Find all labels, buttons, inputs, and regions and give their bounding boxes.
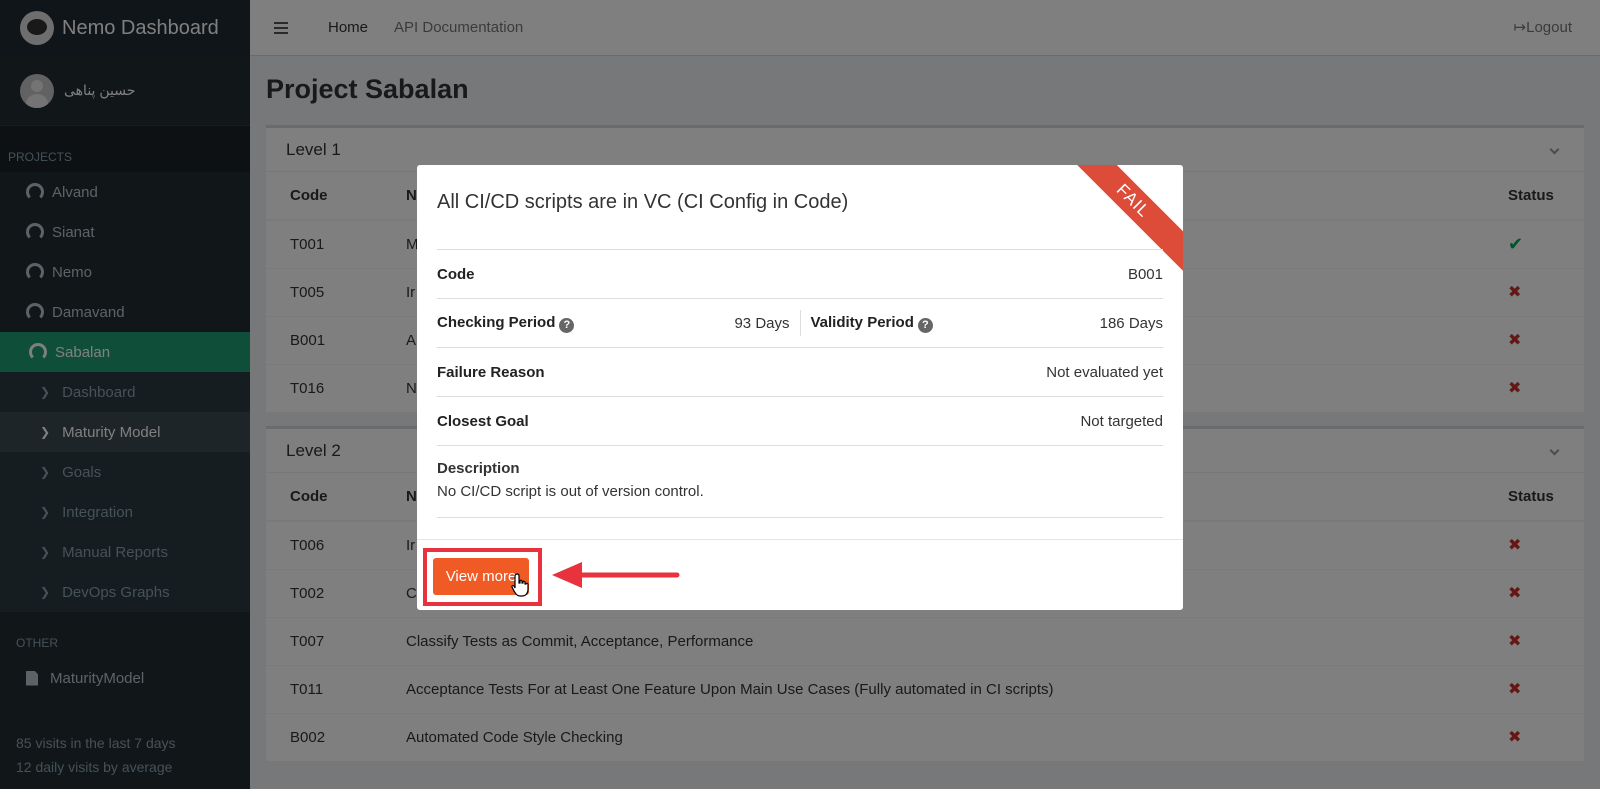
closest-goal-value: Not targeted — [1080, 412, 1163, 430]
failure-reason-value: Not evaluated yet — [1046, 363, 1163, 381]
detail-modal: All CI/CD scripts are in VC (CI Config i… — [417, 165, 1183, 610]
description-label: Description — [437, 460, 520, 477]
description-block: Description No CI/CD script is out of ve… — [437, 445, 1163, 518]
arrow-annotation — [552, 562, 680, 588]
closest-goal-row: Closest Goal Not targeted — [437, 396, 1163, 445]
failure-reason-row: Failure Reason Not evaluated yet — [437, 347, 1163, 396]
question-icon[interactable]: ? — [559, 317, 575, 333]
hand-cursor-icon — [511, 573, 529, 597]
checking-period: Checking Period? 93 Days — [437, 310, 801, 336]
modal-body: Code B001 Checking Period? 93 Days Valid… — [437, 249, 1163, 518]
validity-period-label: Validity Period — [810, 313, 914, 331]
validity-period: Validity Period? 186 Days — [801, 299, 1163, 347]
description-value: No CI/CD script is out of version contro… — [437, 483, 704, 500]
period-row: Checking Period? 93 Days Validity Period… — [437, 298, 1163, 347]
validity-period-value: 186 Days — [1099, 314, 1163, 332]
modal-footer: View more — [417, 539, 1183, 610]
question-icon[interactable]: ? — [917, 317, 933, 333]
closest-goal-label: Closest Goal — [437, 412, 529, 430]
code-label: Code — [437, 265, 475, 283]
code-value: B001 — [1127, 265, 1163, 283]
checking-period-value: 93 Days — [734, 314, 790, 332]
modal-title: All CI/CD scripts are in VC (CI Config i… — [437, 191, 849, 213]
code-row: Code B001 — [437, 249, 1163, 298]
failure-reason-label: Failure Reason — [437, 363, 545, 381]
checking-period-label: Checking Period — [437, 313, 556, 331]
